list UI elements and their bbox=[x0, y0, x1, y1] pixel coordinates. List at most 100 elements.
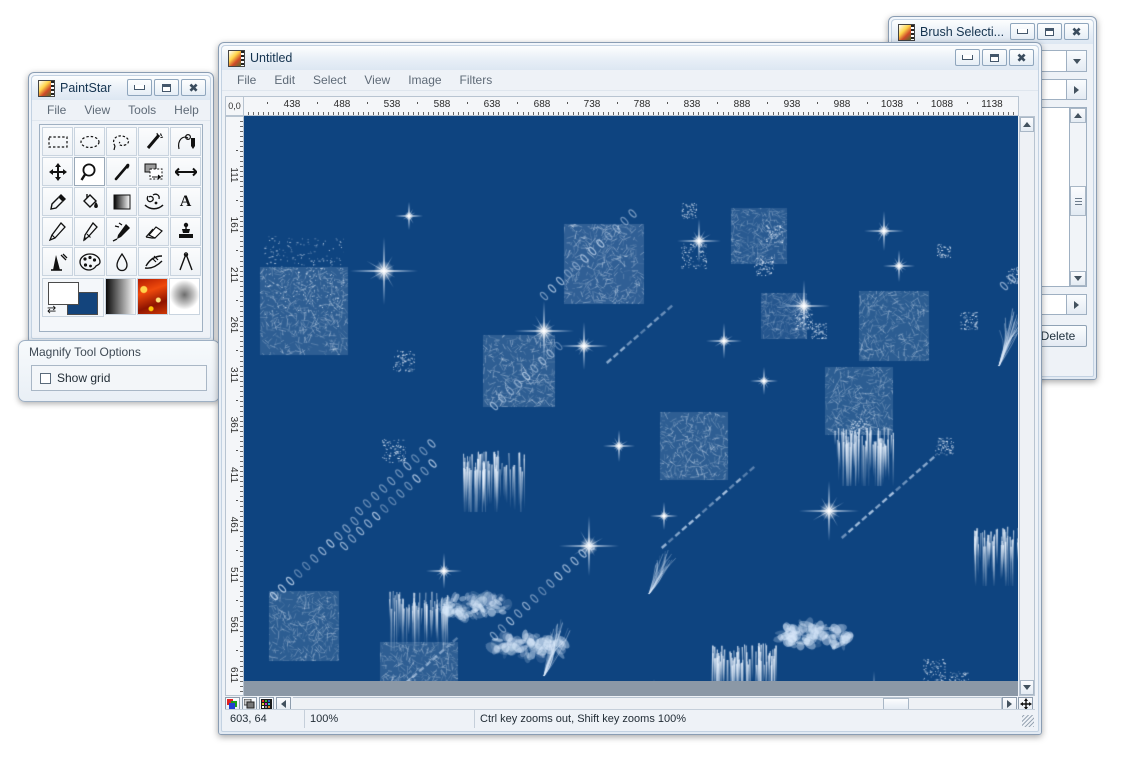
eyedropper-tool[interactable] bbox=[42, 187, 73, 216]
brush-swatch[interactable] bbox=[169, 278, 200, 315]
maximize-button[interactable] bbox=[154, 79, 179, 96]
close-button[interactable]: ✖ bbox=[1064, 23, 1089, 40]
measure-tool[interactable] bbox=[170, 247, 201, 276]
ruler-tick bbox=[513, 112, 514, 115]
ruler-tick bbox=[368, 112, 369, 115]
clone-stamp-tool[interactable] bbox=[170, 217, 201, 246]
image-canvas[interactable] bbox=[244, 116, 1018, 681]
show-grid-checkbox[interactable] bbox=[40, 372, 51, 384]
menu-item-view[interactable]: View bbox=[75, 101, 119, 119]
ruler-tick bbox=[883, 112, 884, 115]
gradient-swatch[interactable] bbox=[105, 278, 136, 315]
menu-item-help[interactable]: Help bbox=[165, 101, 208, 119]
foreground-background-swatch[interactable]: ⇄ bbox=[42, 278, 104, 317]
chevron-right-icon[interactable] bbox=[1066, 80, 1086, 99]
palette-tool[interactable] bbox=[74, 247, 105, 276]
ruler-minor-mark bbox=[717, 102, 718, 104]
ruler-tick bbox=[418, 112, 419, 115]
ruler-tick bbox=[688, 112, 689, 115]
show-grid-option-row[interactable]: Show grid bbox=[31, 365, 207, 391]
line-tool[interactable] bbox=[106, 157, 137, 186]
move-tool[interactable] bbox=[42, 157, 73, 186]
scroll-up-button[interactable] bbox=[1020, 117, 1034, 132]
document-titlebar[interactable]: Untitled ✖ bbox=[222, 46, 1038, 70]
foreground-color-swatch[interactable] bbox=[48, 282, 79, 305]
scroll-down-button[interactable] bbox=[1020, 680, 1034, 695]
ellipse-select-tool[interactable] bbox=[74, 127, 105, 156]
chevron-right-icon[interactable] bbox=[1066, 295, 1086, 314]
eraser-tool[interactable] bbox=[138, 217, 169, 246]
gradient-tool[interactable] bbox=[106, 187, 137, 216]
close-button[interactable]: ✖ bbox=[1009, 49, 1034, 66]
paintstar-titlebar[interactable]: PaintStar ✖ bbox=[32, 76, 210, 100]
magnify-tool[interactable] bbox=[74, 157, 105, 186]
scroll-up-button[interactable] bbox=[1070, 108, 1086, 123]
rectangle-select-tool[interactable] bbox=[42, 127, 73, 156]
ruler-tick bbox=[240, 241, 243, 242]
text-tool[interactable]: A bbox=[170, 187, 201, 216]
ruler-tick bbox=[240, 396, 243, 397]
ruler-tick bbox=[373, 112, 374, 115]
menu-item-view[interactable]: View bbox=[355, 71, 399, 89]
texture-swatch[interactable] bbox=[137, 278, 168, 315]
smudge-tool[interactable] bbox=[138, 187, 169, 216]
ruler-tick bbox=[240, 471, 243, 472]
airbrush-tool[interactable] bbox=[106, 217, 137, 246]
minimize-button[interactable] bbox=[127, 79, 152, 96]
vertical-ruler[interactable]: 111 161 211 261 311 361 411 461 511 561 611 bbox=[225, 116, 244, 696]
minimize-button[interactable] bbox=[1010, 23, 1035, 40]
pencil-tool[interactable] bbox=[42, 217, 73, 246]
ruler-tick bbox=[248, 112, 249, 115]
maximize-button[interactable] bbox=[982, 49, 1007, 66]
minimize-icon bbox=[1017, 29, 1028, 34]
dodge-burn-tool[interactable] bbox=[138, 247, 169, 276]
menu-item-edit[interactable]: Edit bbox=[265, 71, 304, 89]
document-window[interactable]: Untitled ✖ File Edit Select View Image F… bbox=[218, 42, 1042, 735]
ruler-tick bbox=[448, 112, 449, 115]
paintbrush-tool[interactable] bbox=[74, 217, 105, 246]
blur-drop-tool[interactable] bbox=[106, 247, 137, 276]
ruler-tick bbox=[743, 112, 744, 115]
paintstar-toolbox-window[interactable]: PaintStar ✖ File View Tools Help A ⇄ bbox=[28, 72, 214, 342]
ruler-tick bbox=[413, 112, 414, 115]
ruler-tick bbox=[463, 112, 464, 115]
ruler-tick bbox=[273, 112, 274, 115]
image-canvas-area[interactable] bbox=[244, 116, 1018, 696]
ruler-tick bbox=[718, 112, 719, 115]
ruler-tick bbox=[608, 112, 609, 115]
path-tool[interactable] bbox=[170, 127, 201, 156]
canvas-vertical-scrollbar[interactable] bbox=[1019, 116, 1035, 696]
ruler-label: 261 bbox=[228, 316, 239, 334]
menu-item-image[interactable]: Image bbox=[399, 71, 450, 89]
paint-bucket-tool[interactable] bbox=[74, 187, 105, 216]
brush-window-titlebar[interactable]: Brush Selecti... ✖ bbox=[892, 20, 1093, 44]
resize-grip[interactable] bbox=[1022, 715, 1034, 727]
crop-tool[interactable] bbox=[138, 157, 169, 186]
ruler-tick bbox=[713, 112, 714, 115]
horizontal-ruler[interactable]: 438 488 538 588 638 688 738 788 838 888 938 988 1038… bbox=[243, 96, 1019, 116]
close-button[interactable]: ✖ bbox=[181, 79, 206, 96]
ruler-tick bbox=[240, 206, 243, 207]
menu-item-tools[interactable]: Tools bbox=[119, 101, 165, 119]
scrollbar-thumb[interactable] bbox=[1070, 186, 1086, 216]
ruler-tick bbox=[528, 112, 529, 115]
magic-wand-tool[interactable] bbox=[138, 127, 169, 156]
brush-list-scrollbar[interactable] bbox=[1069, 108, 1086, 286]
ruler-tick bbox=[240, 556, 243, 557]
lasso-select-tool[interactable] bbox=[106, 127, 137, 156]
menu-item-select[interactable]: Select bbox=[304, 71, 355, 89]
menu-item-filters[interactable]: Filters bbox=[451, 71, 502, 89]
ruler-tick bbox=[240, 451, 243, 452]
maximize-button[interactable] bbox=[1037, 23, 1062, 40]
minimize-button[interactable] bbox=[955, 49, 980, 66]
effects-brush-tool[interactable] bbox=[42, 247, 73, 276]
menu-item-file[interactable]: File bbox=[228, 71, 265, 89]
scroll-down-button[interactable] bbox=[1070, 271, 1086, 286]
ruler-tick bbox=[868, 112, 869, 115]
swap-colors-icon[interactable]: ⇄ bbox=[47, 304, 56, 315]
ruler-tick bbox=[983, 112, 984, 115]
menu-item-file[interactable]: File bbox=[38, 101, 75, 119]
pan-tool[interactable] bbox=[170, 157, 201, 186]
ruler-tick bbox=[848, 112, 849, 115]
chevron-down-icon[interactable] bbox=[1066, 51, 1086, 71]
